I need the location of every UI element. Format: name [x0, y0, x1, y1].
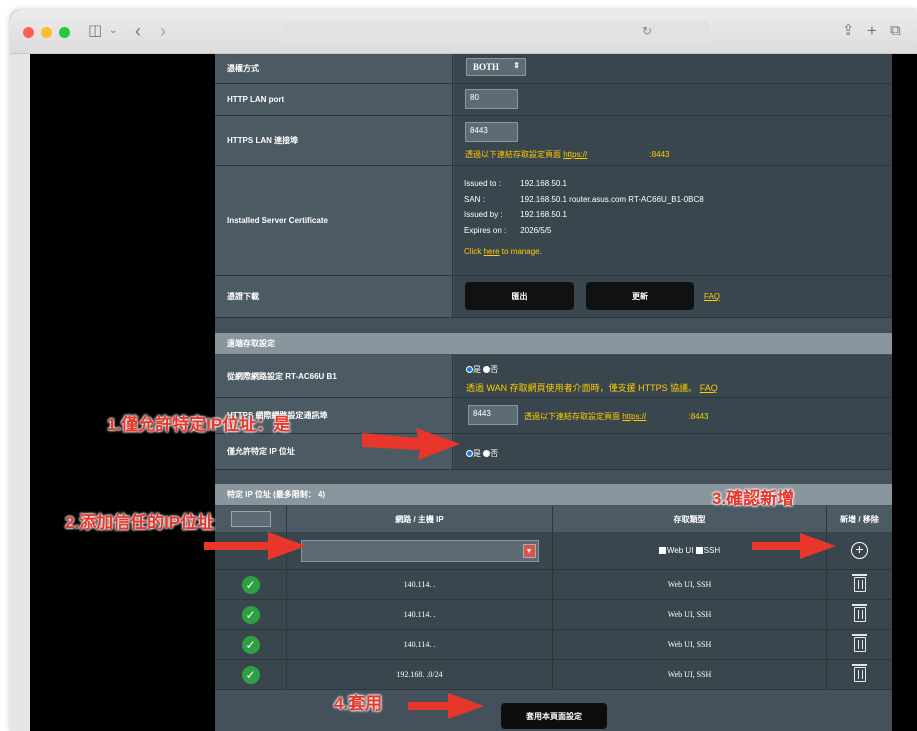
allow-specific-ip-label: 僅允許特定 IP 位址 — [215, 434, 453, 469]
ip-cell: 140.114. . — [287, 600, 553, 629]
annotation-step2: 2.添加信任的IP位址 — [65, 513, 215, 532]
ip-cell: 140.114. . — [287, 570, 553, 599]
access-type-cell: Web UI, SSH — [553, 660, 827, 689]
enabled-check-icon[interactable]: ✓ — [241, 575, 260, 594]
access-type-cell: Web UI, SSH — [553, 630, 827, 659]
wan-port-input[interactable]: 8443 — [468, 405, 518, 425]
ip-dropdown-icon[interactable]: ▼ — [522, 543, 536, 558]
minimize-window-button[interactable] — [41, 27, 52, 38]
left-gutter — [10, 54, 30, 731]
wan-port-row: HTTPS 網際網路設定通訊埠 8443 透過以下連結存取設定頁面 https:… — [215, 398, 892, 434]
annotation-step4: 4.套用 — [334, 694, 383, 713]
export-button[interactable]: 匯出 — [465, 282, 574, 310]
cert-faq-link[interactable]: FAQ — [704, 292, 720, 301]
table-row: ✓ 140.114. . Web UI, SSH — [215, 630, 892, 660]
certificate-label: Installed Server Certificate — [215, 166, 453, 275]
table-row: ✓ 140.114. . Web UI, SSH — [215, 570, 892, 600]
https-port-label: HTTPS LAN 連接埠 — [215, 116, 453, 165]
address-bar[interactable]: ↻ — [283, 21, 710, 44]
settings-panel: 憑權方式 BOTH ⇕ HTTP LAN port 80 HTTPS LAN 連… — [215, 54, 892, 731]
auth-method-label: 憑權方式 — [215, 54, 453, 83]
https-port-link[interactable]: https:// — [563, 150, 587, 159]
cert-download-row: 憑證下載 匯出 更新 FAQ — [215, 276, 892, 318]
table-row: ✓ 192.168. .0/24 Web UI, SSH — [215, 660, 892, 690]
wan-access-row: 從網際網路設定 RT-AC66U B1 是 否 透過 WAN 存取網頁使用者介面… — [215, 355, 892, 398]
wan-port-hint: 透過以下連結存取設定頁面 https:// :8443 — [524, 412, 709, 421]
annotation-step3: 3.確認新增 — [712, 489, 795, 508]
manage-certificate-link[interactable]: here — [484, 247, 500, 256]
certificate-details: Issued to : 192.168.50.1 SAN : 192.168.5… — [464, 179, 704, 256]
wan-access-yes-radio[interactable] — [466, 366, 473, 373]
select-arrow-icon: ⇕ — [513, 61, 520, 70]
wan-access-radio-group: 是 否 — [466, 364, 498, 375]
cert-download-label: 憑證下載 — [215, 276, 453, 317]
remote-section-header: 遠端存取設定 — [215, 333, 892, 354]
access-type-cell: Web UI, SSH — [553, 570, 827, 599]
https-port-row: HTTPS LAN 連接埠 8443 透過以下連結存取設定頁面 https://… — [215, 116, 892, 166]
ip-cell: 140.114. . — [287, 630, 553, 659]
enabled-check-icon[interactable]: ✓ — [241, 635, 260, 654]
chevron-down-icon[interactable]: ⌄ — [109, 21, 117, 41]
router-admin-page: 憑權方式 BOTH ⇕ HTTP LAN port 80 HTTPS LAN 連… — [10, 54, 917, 731]
allow-specific-ip-radio-group: 是 否 — [466, 448, 498, 459]
http-port-input[interactable]: 80 — [465, 89, 518, 109]
apply-button[interactable]: 套用本頁面設定 — [501, 703, 607, 729]
tabs-overview-icon[interactable]: ⧉ — [890, 21, 901, 41]
web-ui-checkbox[interactable] — [658, 547, 666, 554]
add-ip-icon[interactable]: + — [851, 542, 868, 559]
ssh-checkbox[interactable] — [695, 547, 703, 554]
share-icon[interactable]: ⇪ — [842, 21, 855, 41]
delete-icon[interactable] — [851, 574, 867, 592]
https-port-hint: 透過以下連結存取設定頁面 https:// :8443 — [465, 150, 670, 159]
col-action-header: 新增 / 移除 — [840, 514, 879, 524]
allow-specific-ip-row: 僅允許特定 IP 位址 是 否 — [215, 434, 892, 470]
ip-add-row: ▼ Web UI SSH + — [215, 532, 892, 570]
http-port-row: HTTP LAN port 80 — [215, 84, 892, 116]
select-all-box[interactable] — [230, 511, 271, 527]
col-ip-header: 網路 / 主機 IP — [287, 506, 553, 532]
https-port-input[interactable]: 8443 — [465, 122, 518, 142]
enabled-check-icon[interactable]: ✓ — [241, 605, 260, 624]
certificate-row: Installed Server Certificate Issued to :… — [215, 166, 892, 276]
wan-faq-link[interactable]: FAQ — [700, 383, 718, 393]
reload-icon[interactable]: ↻ — [642, 24, 652, 38]
wan-port-link[interactable]: https:// — [622, 412, 646, 421]
ip-cell: 192.168. .0/24 — [287, 660, 553, 689]
renew-button[interactable]: 更新 — [586, 282, 694, 310]
annotation-step1: 1.僅允許特定IP位址：是 — [107, 415, 291, 434]
auth-method-row: 憑權方式 BOTH ⇕ — [215, 54, 892, 84]
enabled-check-icon[interactable]: ✓ — [241, 665, 260, 684]
http-port-label: HTTP LAN port — [215, 84, 453, 115]
new-tab-icon[interactable]: + — [867, 21, 877, 41]
table-row: ✓ 140.114. . Web UI, SSH — [215, 600, 892, 630]
delete-icon[interactable] — [851, 604, 867, 622]
sidebar-icon[interactable]: ◫ — [88, 21, 102, 41]
delete-icon[interactable] — [851, 664, 867, 682]
forward-icon[interactable]: › — [160, 21, 166, 41]
wan-access-note: 透過 WAN 存取網頁使用者介面時，僅支援 HTTPS 協議。 FAQ — [466, 383, 718, 393]
browser-toolbar: ◫ ⌄ ‹ › ↻ ⇪ + ⧉ — [10, 10, 917, 54]
browser-window: ◫ ⌄ ‹ › ↻ ⇪ + ⧉ 憑權方式 BOTH ⇕ HTTP LAN por… — [10, 10, 917, 731]
access-type-cell: Web UI, SSH — [553, 600, 827, 629]
ip-input[interactable]: ▼ — [300, 539, 539, 562]
col-type-header: 存取類型 — [553, 506, 827, 532]
back-icon[interactable]: ‹ — [135, 21, 141, 41]
wan-access-label: 從網際網路設定 RT-AC66U B1 — [215, 355, 453, 397]
delete-icon[interactable] — [851, 634, 867, 652]
ip-table-header: 網路 / 主機 IP 存取類型 新增 / 移除 — [215, 506, 892, 532]
close-window-button[interactable] — [23, 27, 34, 38]
zoom-window-button[interactable] — [59, 27, 70, 38]
auth-method-select[interactable]: BOTH ⇕ — [466, 58, 526, 76]
allow-specific-yes-radio[interactable] — [466, 450, 473, 457]
